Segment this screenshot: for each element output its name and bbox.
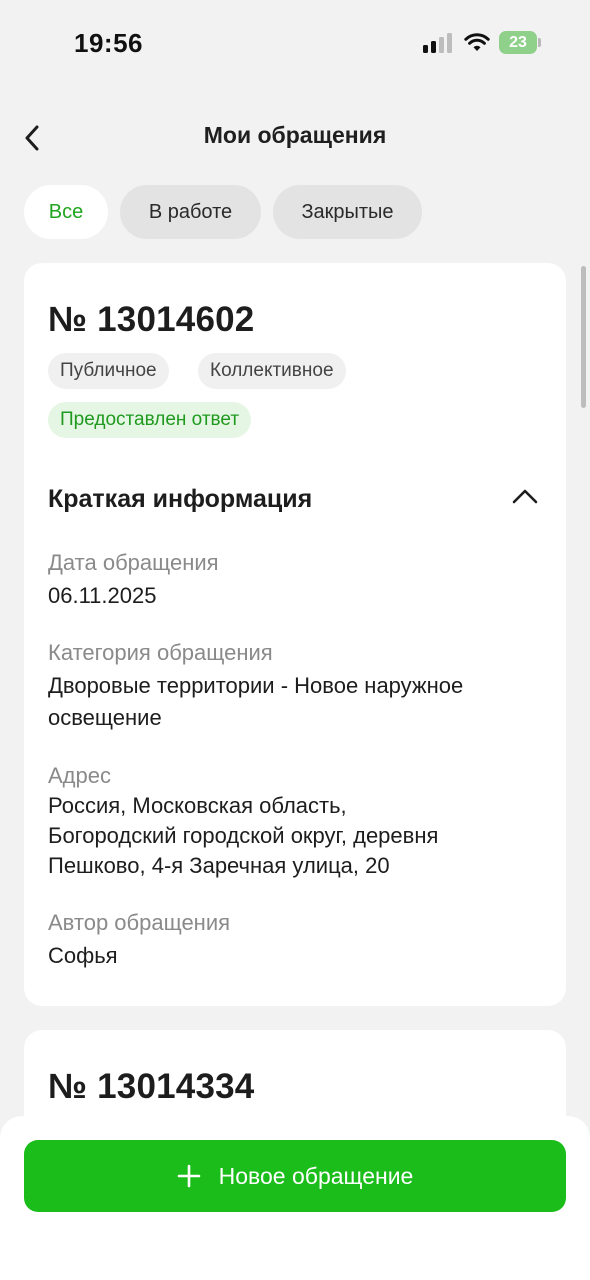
page-title: Мои обращения [203,122,387,148]
plus-icon [177,1164,200,1188]
filter-chip-closed[interactable]: Закрытые [273,185,422,239]
battery-level: 23 [509,34,527,51]
filter-chip-all[interactable]: Все [24,185,108,239]
cellular-signal-icon [423,33,453,53]
status-time: 19:56 [74,28,143,58]
chevron-up-icon[interactable] [510,485,540,509]
tag-collective: Коллективное [198,353,346,389]
field-label-category: Категория обращения [48,640,273,665]
field-label-date: Дата обращения [48,550,219,575]
wifi-icon [464,33,490,51]
section-title-summary: Краткая информация [48,485,313,513]
new-request-label: Новое обращение [218,1162,414,1189]
field-value-address-line-1: Россия, Московская область, [48,793,347,818]
status-badge: Предоставлен ответ [48,402,252,438]
field-value-address-line-3: Пешково, 4-я Заречная улица, 20 [48,853,390,878]
new-request-button[interactable]: Новое обращение [24,1140,566,1212]
field-value-category-line-2: освещение [48,705,162,730]
field-value-address-line-2: Богородский городской округ, деревня [48,823,439,848]
status-bar: 19:56 23 [0,0,590,88]
field-label-author: Автор обращения [48,910,231,935]
field-label-address: Адрес [48,763,111,788]
scrollbar[interactable] [581,266,586,408]
battery-icon: 23 [499,31,541,54]
field-value-date: 06.11.2025 [48,583,157,608]
filter-chip-in-progress[interactable]: В работе [120,185,261,239]
request-number: № 13014602 [48,300,255,339]
field-value-category-line-1: Дворовые территории - Новое наружное [48,673,464,698]
request-number: № 13014334 [48,1067,255,1106]
tag-public: Публичное [48,353,169,389]
field-value-author: Софья [48,943,118,968]
request-card[interactable]: № 13014602 Публичное Коллективное Предос… [24,263,566,1006]
